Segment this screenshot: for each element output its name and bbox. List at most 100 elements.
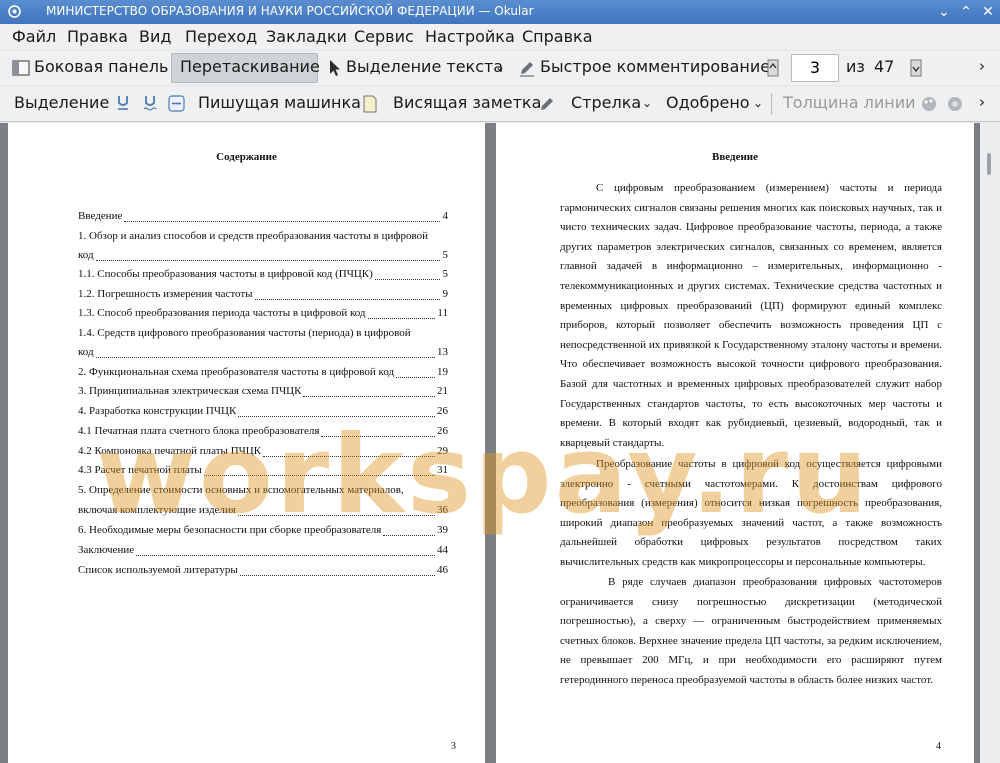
toc-entry-text: код (78, 249, 94, 261)
maximize-icon[interactable]: ⌃ (957, 3, 975, 21)
toc-entry-page: 39 (437, 524, 448, 536)
annotation-toolbar-overflow-icon[interactable]: › (979, 93, 985, 111)
stamp-button[interactable]: Одобрено (666, 93, 750, 112)
toc-entry-text: Заключение (78, 544, 135, 556)
toc-entry-page: 9 (442, 288, 449, 300)
menu-file[interactable]: Файл (12, 27, 56, 46)
menu-go[interactable]: Переход (185, 27, 257, 46)
opacity-icon[interactable] (946, 95, 964, 113)
toc-leader-dots (238, 406, 435, 417)
pop-up-note-button[interactable]: Висящая заметка (393, 93, 541, 112)
toc-leader-dots (204, 465, 435, 476)
toc-entry-page: 44 (437, 544, 448, 556)
squiggly-icon[interactable] (143, 95, 157, 111)
toc-entry-text: Список используемой литературы (78, 564, 238, 576)
intro-paragraph-3: В ряде случаев диапазон преобразования ц… (560, 576, 942, 686)
toc-entry-text: 1.4. Средств цифрового преобразования ча… (78, 327, 411, 339)
chevron-down-icon[interactable]: ⌄ (495, 60, 505, 74)
toc-leader-dots (303, 386, 435, 397)
toc-entry-text: 4. Разработка конструкции ПЧЦК (78, 405, 237, 417)
toc-entry-page: 26 (437, 405, 448, 417)
page-3: Содержание Введение 4 1. Обзор и анализ сп… (8, 123, 485, 763)
toc-leader-dots (124, 211, 440, 222)
main-toolbar: Боковая панель Перетаскивание Выделение … (0, 51, 1000, 85)
toc-entry-text: 4.3 Расчет печатной платы (78, 464, 202, 476)
menu-bar: Файл Правка Вид Переход Закладки Сервис … (0, 24, 1000, 49)
toc-entry-text: 6. Необходимые меры безопасности при сбо… (78, 524, 382, 536)
page-number-4: 4 (936, 741, 941, 752)
menu-help[interactable]: Справка (522, 27, 593, 46)
toc-entry-text: 1.1. Способы преобразования частоты в ци… (78, 268, 373, 280)
intro-paragraph-1: С цифровым преобразованием (измерением) … (560, 182, 942, 449)
toc-leader-dots (321, 426, 435, 437)
previous-page-icon[interactable] (767, 59, 779, 77)
toc-leader-dots (255, 289, 440, 300)
toc-entry-text: 1.2. Погрешность измерения частоты (78, 288, 253, 300)
toc-entry-text: 4.2 Компоновка печатной платы ПЧЦК (78, 445, 262, 457)
drag-mode-label: Перетаскивание (180, 57, 320, 76)
text-selection-button[interactable]: Выделение текста (346, 57, 503, 76)
arrow-tool-icon (541, 98, 553, 110)
toc-entry-page: 36 (437, 504, 448, 516)
close-icon[interactable]: ✕ (979, 3, 997, 21)
stamp-chevron-down-icon[interactable]: ⌄ (753, 96, 763, 110)
arrow-button[interactable]: Стрелка (571, 93, 641, 112)
page-number-input[interactable]: 3 (791, 54, 839, 82)
strikethrough-icon[interactable] (168, 95, 185, 112)
menu-edit[interactable]: Правка (67, 27, 128, 46)
toc-entry-text: код (78, 346, 94, 358)
page-total-label: 47 (874, 57, 895, 76)
menu-settings[interactable]: Настройка (425, 27, 515, 46)
toc-entry-page: 29 (437, 445, 448, 457)
menu-view[interactable]: Вид (139, 27, 171, 46)
toc-entry-text: 3. Принципиальная электрическая схема ПЧ… (78, 385, 302, 397)
toc-leader-dots (136, 545, 435, 556)
arrow-chevron-down-icon[interactable]: ⌄ (642, 96, 652, 110)
vertical-scrollbar[interactable] (980, 123, 1000, 763)
document-viewport[interactable]: Содержание Введение 4 1. Обзор и анализ сп… (0, 123, 1000, 763)
toc-entry-text: Введение (78, 210, 123, 222)
toc-leader-dots (96, 250, 440, 261)
toc-entry-page: 21 (437, 385, 448, 397)
toc-entry-text: 4.1 Печатная плата счетного блока преобр… (78, 425, 320, 437)
toc-entry-page: 13 (437, 346, 448, 358)
okular-app-icon[interactable] (7, 4, 22, 19)
quick-comment-button[interactable]: Быстрое комментирование (540, 57, 770, 76)
toc-entry-page: 5 (442, 249, 449, 261)
line-width-button[interactable]: Толщина линии (783, 93, 916, 112)
menu-tools[interactable]: Сервис (354, 27, 414, 46)
toc-entry-page: 4 (442, 210, 449, 222)
intro-paragraph-2: Преобразование частоты в цифровой код ос… (560, 458, 942, 568)
menu-bookmarks[interactable]: Закладки (266, 27, 347, 46)
toc-leader-dots (368, 308, 435, 319)
toc-leader-dots (383, 525, 435, 536)
toolbar-overflow-icon[interactable]: › (979, 57, 985, 75)
minimize-icon[interactable]: ⌄ (935, 3, 953, 21)
toc-entry-text: включая комплектующие изделия (78, 504, 236, 516)
toc-leader-dots (238, 505, 435, 516)
toc-entry-page: 11 (437, 307, 448, 319)
toolbar-separator (771, 93, 772, 115)
toc-entry-text: 1.3. Способ преобразования периода часто… (78, 307, 366, 319)
highlight-button[interactable]: Выделение (14, 93, 109, 112)
scrollbar-thumb[interactable] (987, 153, 991, 175)
toc-leader-dots (396, 367, 435, 378)
page-of-label: из (846, 57, 865, 76)
toc-title: Содержание (216, 151, 277, 163)
annotation-toolbar: Выделение Пишущая машинка Висящая заметк… (0, 87, 1000, 122)
next-page-icon[interactable] (910, 59, 922, 77)
page-number-3: 3 (451, 741, 456, 752)
underline-icon[interactable] (116, 95, 130, 111)
note-icon (363, 95, 377, 113)
sidebar-button[interactable]: Боковая панель (34, 57, 168, 76)
window-title: МИНИСТЕРСТВО ОБРАЗОВАНИЯ И НАУКИ РОССИЙС… (46, 4, 534, 18)
toc-entry-page: 46 (437, 564, 448, 576)
toc-entry-page: 31 (437, 464, 448, 476)
toc-entry-page: 19 (437, 366, 448, 378)
color-palette-icon[interactable] (920, 95, 938, 113)
title-bar: МИНИСТЕРСТВО ОБРАЗОВАНИЯ И НАУКИ РОССИЙС… (0, 0, 1000, 24)
toc-leader-dots (263, 446, 435, 457)
sidebar-icon (12, 60, 30, 76)
toc-leader-dots (375, 269, 440, 280)
typewriter-button[interactable]: Пишущая машинка (198, 93, 361, 112)
